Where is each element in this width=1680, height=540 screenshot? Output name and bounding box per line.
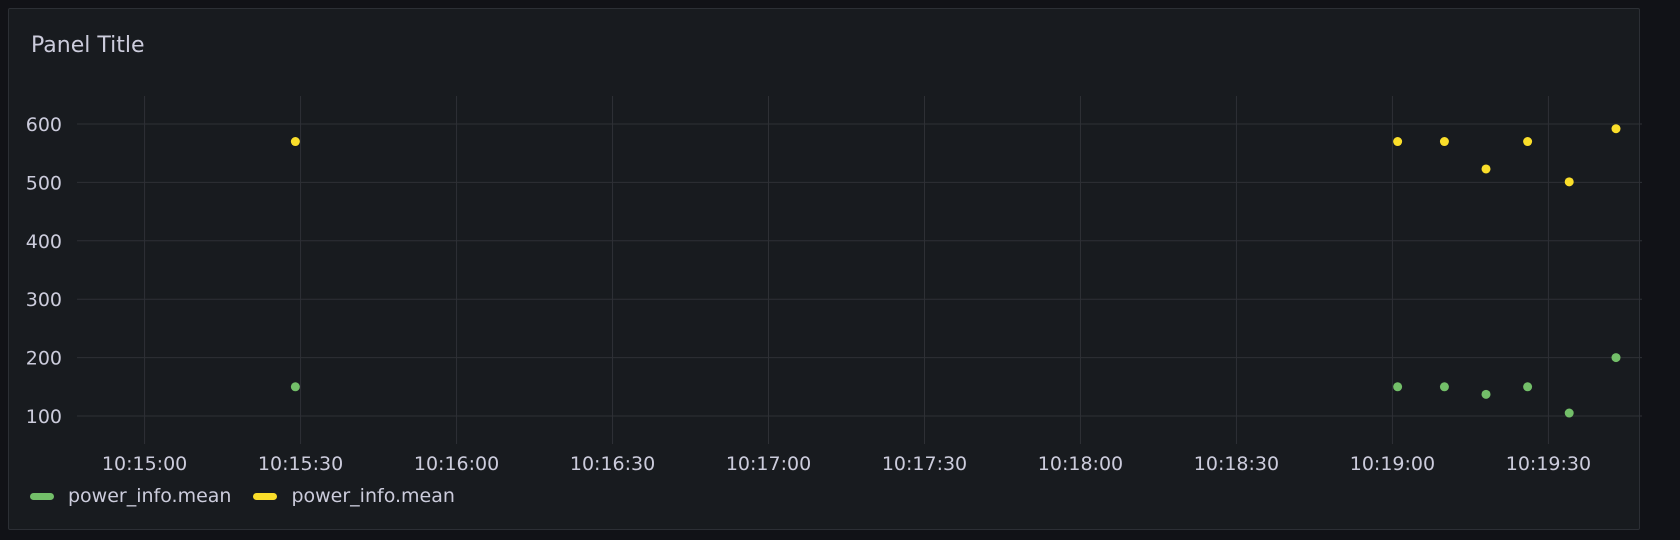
legend-item-series-1[interactable]: power_info.mean	[30, 485, 231, 507]
x-tick-label: 10:15:30	[258, 453, 343, 475]
data-point-series-1[interactable]	[290, 382, 300, 392]
x-tick-label: 10:17:00	[726, 453, 811, 475]
y-tick-label: 500	[26, 172, 62, 194]
data-point-series-2[interactable]	[1481, 164, 1491, 174]
legend-swatch-series-1	[30, 492, 54, 500]
x-tick-label: 10:19:30	[1506, 453, 1591, 475]
y-tick-label: 300	[26, 289, 62, 311]
data-point-series-2[interactable]	[1393, 137, 1403, 147]
data-point-series-2[interactable]	[1523, 137, 1533, 147]
data-point-series-2[interactable]	[1439, 137, 1449, 147]
legend-label-series-1: power_info.mean	[68, 485, 232, 507]
x-tick-label: 10:16:30	[570, 453, 655, 475]
data-point-series-1[interactable]	[1564, 408, 1574, 418]
x-tick-label: 10:17:30	[882, 453, 967, 475]
data-point-series-2[interactable]	[290, 137, 300, 147]
y-axis: 100 200 300 400 500 600	[26, 114, 62, 428]
x-tick-label: 10:16:00	[414, 453, 499, 475]
y-tick-label: 400	[26, 231, 62, 253]
x-tick-label: 10:15:00	[102, 453, 187, 475]
x-tick-label: 10:18:00	[1038, 453, 1123, 475]
y-tick-label: 600	[26, 114, 62, 136]
y-tick-label: 200	[26, 348, 62, 370]
legend: power_info.mean power_info.mean	[30, 485, 477, 507]
data-point-series-1[interactable]	[1481, 389, 1491, 399]
data-point-series-1[interactable]	[1523, 382, 1533, 392]
legend-item-series-2[interactable]: power_info.mean	[253, 485, 455, 507]
data-point-series-2[interactable]	[1611, 124, 1621, 134]
x-axis: 10:15:00 10:15:30 10:16:00 10:16:30 10:17:00…	[102, 453, 1591, 475]
data-points[interactable]	[290, 124, 1621, 418]
legend-label-series-2: power_info.mean	[291, 485, 455, 507]
x-tick-label: 10:19:00	[1350, 453, 1435, 475]
scatter-chart[interactable]: 100 200 300 400 500 600 10:15:00 10:15:30 10:16…	[0, 0, 1680, 540]
x-tick-label: 10:18:30	[1194, 453, 1279, 475]
y-tick-label: 100	[26, 406, 62, 428]
grid-lines	[77, 96, 1642, 444]
data-point-series-1[interactable]	[1393, 382, 1403, 392]
data-point-series-1[interactable]	[1611, 353, 1621, 363]
data-point-series-2[interactable]	[1564, 177, 1574, 187]
legend-swatch-series-2	[253, 492, 278, 500]
data-point-series-1[interactable]	[1439, 382, 1449, 392]
